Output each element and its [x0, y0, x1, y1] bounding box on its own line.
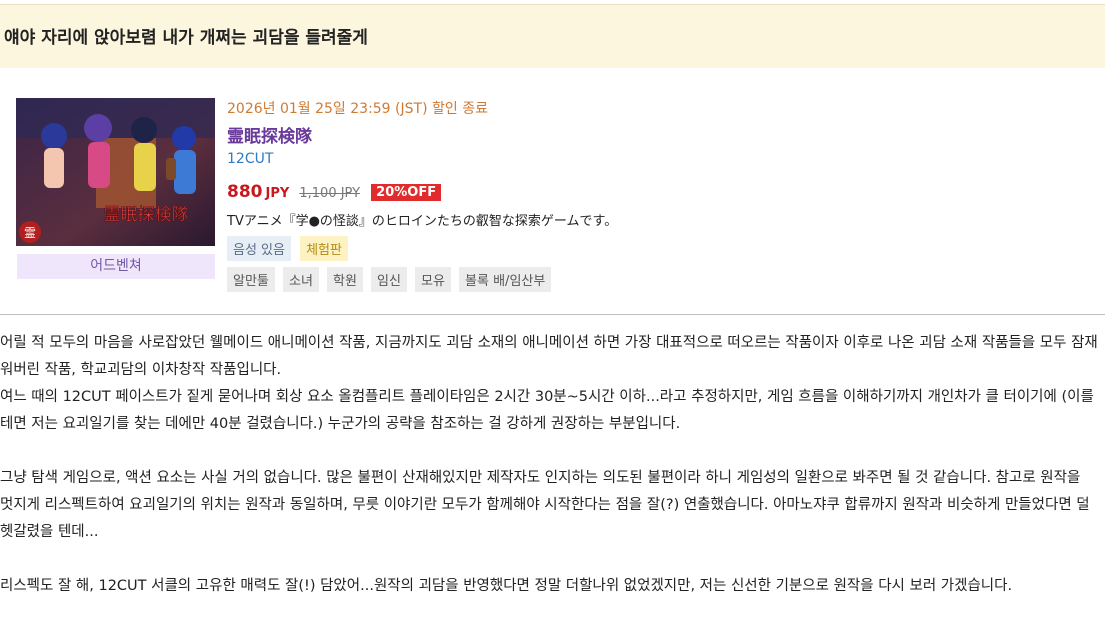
product-title-link[interactable]: 霊眠探検隊	[227, 122, 312, 147]
review-paragraph: 그냥 탐색 게임으로, 액션 요소는 사실 거의 없습니다. 많은 불편이 산재…	[0, 470, 1090, 540]
circle-name-link[interactable]: 12CUT	[227, 151, 273, 167]
badge-trial[interactable]: 체험판	[300, 236, 348, 261]
review-paragraph: 여느 때의 12CUT 페이스트가 짙게 묻어나며 회상 요소 올컴플리트 플레…	[0, 389, 1094, 432]
original-price: 1,100 JPY	[299, 186, 361, 201]
product-description: TVアニメ『学●の怪談』のヒロインたちの叡智な探索ゲームです。	[227, 214, 618, 229]
tag-item[interactable]: 볼록 배/임산부	[459, 267, 552, 292]
thumbnail-logo-text: 霊眠探検隊	[104, 205, 189, 225]
section-divider	[0, 314, 1105, 315]
review-title: 얘야 자리에 앉아보렴 내가 개쩌는 괴담을 들려줄게	[4, 28, 368, 48]
product-card: 霊 霊眠探検隊 어드벤쳐 2026년 01월 25일 23:59 (JST) 할…	[0, 68, 1105, 314]
genre-tags: 알만툴 소녀 학원 임신 모유 볼록 배/임산부	[227, 267, 554, 292]
badge-voice: 음성 있음	[227, 236, 291, 261]
tag-item[interactable]: 학원	[327, 267, 363, 292]
review-body: 어릴 적 모두의 마음을 사로잡았던 웰메이드 애니메이션 작품, 지금까지도 …	[0, 330, 1098, 600]
sale-end-notice: 2026년 01월 25일 23:59 (JST) 할인 종료	[227, 101, 488, 117]
discount-badge: 20%OFF	[371, 184, 442, 201]
review-paragraph: 리스펙도 잘 해, 12CUT 서클의 고유한 매력도 잘(!) 담았어...원…	[0, 578, 1013, 594]
tag-item[interactable]: 소녀	[282, 267, 319, 292]
price-row: 880 JPY 1,100 JPY 20%OFF	[227, 182, 442, 204]
current-price: 880	[227, 182, 263, 202]
tag-item[interactable]: 알만툴	[227, 267, 275, 292]
review-paragraph: 어릴 적 모두의 마음을 사로잡았던 웰메이드 애니메이션 작품, 지금까지도 …	[0, 335, 1098, 378]
price-currency: JPY	[265, 186, 290, 201]
product-thumbnail[interactable]: 霊 霊眠探検隊	[16, 98, 215, 246]
feature-badges: 음성 있음 체험판	[227, 236, 352, 261]
review-header: 얘야 자리에 앉아보렴 내가 개쩌는 괴담을 들려줄게	[0, 4, 1105, 68]
tag-item[interactable]: 모유	[415, 267, 451, 292]
tag-item[interactable]: 임신	[371, 267, 407, 292]
review-page: 얘야 자리에 앉아보렴 내가 개쩌는 괴담을 들려줄게 霊 霊眠探検隊 어드벤쳐…	[0, 0, 1105, 634]
svg-text:霊: 霊	[24, 226, 36, 240]
genre-tag[interactable]: 어드벤쳐	[17, 254, 215, 279]
